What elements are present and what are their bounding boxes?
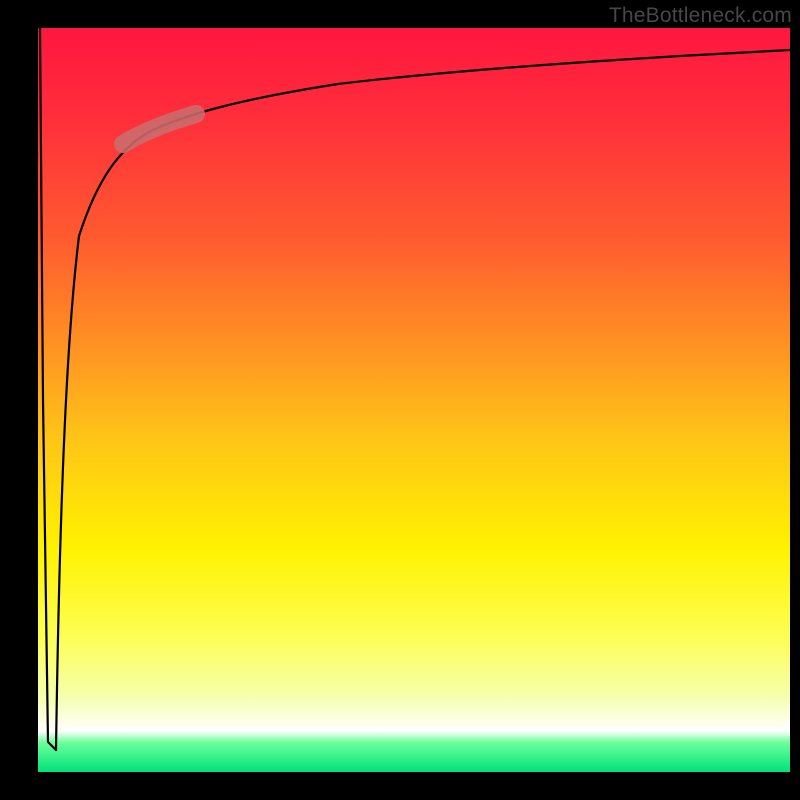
watermark-text: TheBottleneck.com — [609, 4, 792, 28]
chart-frame: TheBottleneck.com — [0, 0, 800, 800]
heat-gradient-background — [38, 28, 790, 772]
plot-area — [38, 28, 790, 772]
